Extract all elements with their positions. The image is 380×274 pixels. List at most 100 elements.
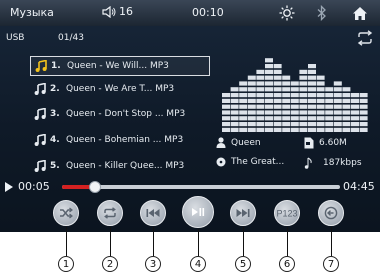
spectrum-segment: [299, 110, 308, 115]
speaker-icon: [102, 5, 116, 18]
spectrum-segment: [290, 110, 299, 115]
music-player-screen: Музыка 16 00:10 USB 01/43 1. Queen - We …: [0, 0, 380, 232]
music-note-icon: [35, 60, 47, 72]
spectrum-segment: [359, 98, 368, 103]
track-title: Queen - We Will... MP3: [67, 61, 169, 71]
spectrum-segment: [239, 104, 248, 109]
previous-button[interactable]: [140, 200, 166, 226]
spectrum-segment: [265, 104, 273, 109]
spectrum-segment: [308, 81, 316, 86]
music-note-icon: [34, 108, 46, 120]
spectrum-segment: [247, 104, 256, 109]
bluetooth-button[interactable]: [312, 3, 332, 23]
spectrum-segment: [325, 93, 334, 98]
spectrum-segment: [308, 98, 316, 103]
track-number: 4.: [50, 135, 60, 145]
spectrum-segment: [273, 104, 282, 109]
spectrum-segment: [308, 104, 316, 109]
spectrum-segment: [308, 75, 316, 80]
spectrum-segment: [265, 116, 273, 121]
spectrum-segment: [308, 110, 316, 115]
spectrum-segment: [299, 127, 308, 132]
app-title: Музыка: [10, 6, 54, 19]
spectrum-segment: [351, 122, 359, 127]
spectrum-segment: [342, 93, 351, 98]
play-pause-button[interactable]: [182, 196, 214, 228]
spectrum-segment: [230, 110, 239, 115]
repeat-mode-icon[interactable]: [356, 30, 374, 46]
spectrum-segment: [290, 116, 299, 121]
spectrum-segment: [222, 116, 230, 121]
callout-number: 7: [323, 256, 339, 272]
spectrum-segment: [273, 75, 282, 80]
preset-button[interactable]: P123: [274, 200, 300, 226]
spectrum-segment: [230, 98, 239, 103]
spectrum-segment: [239, 116, 248, 121]
spectrum-segment: [351, 93, 359, 98]
spectrum-segment: [316, 81, 325, 86]
spectrum-segment: [273, 69, 282, 74]
spectrum-segment: [222, 104, 230, 109]
spectrum-segment: [247, 75, 256, 80]
back-button[interactable]: [318, 200, 344, 226]
track-item[interactable]: 2. Queen - We Are T... MP3: [30, 79, 210, 99]
track-item[interactable]: 4. Queen - Bohemian ... MP3: [30, 130, 210, 150]
shuffle-button[interactable]: [53, 200, 79, 226]
callout-line: [110, 227, 111, 256]
spectrum-segment: [308, 116, 316, 121]
spectrum-segment: [333, 110, 342, 115]
spectrum-segment: [351, 98, 359, 103]
spectrum-segment: [359, 116, 368, 121]
track-number: 3.: [50, 109, 60, 119]
spectrum-segment: [265, 127, 273, 132]
spectrum-segment: [265, 75, 273, 80]
spectrum-segment: [230, 127, 239, 132]
spectrum-segment: [299, 122, 308, 127]
spectrum-segment: [256, 122, 265, 127]
spectrum-segment: [359, 110, 368, 115]
bitrate: 187kbps: [323, 158, 362, 168]
progress-knob[interactable]: [89, 181, 102, 193]
spectrum-segment: [247, 87, 256, 92]
spectrum-segment: [256, 116, 265, 121]
track-item[interactable]: 5. Queen - Killer Quee... MP3: [30, 156, 210, 176]
next-button[interactable]: [230, 200, 256, 226]
spectrum-segment: [333, 81, 342, 86]
volume-indicator[interactable]: 16: [102, 5, 133, 18]
callout-number: 4: [190, 256, 206, 272]
spectrum-segment: [265, 69, 273, 74]
callout-number: 2: [102, 256, 118, 272]
repeat-button[interactable]: [97, 200, 123, 226]
track-number: 1.: [51, 61, 61, 71]
spectrum-segment: [230, 87, 239, 92]
spectrum-segment: [239, 87, 248, 92]
spectrum-segment: [247, 110, 256, 115]
spectrum-segment: [299, 75, 308, 80]
artist-info: Queen: [216, 137, 261, 148]
spectrum-segment: [265, 93, 273, 98]
spectrum-segment: [265, 58, 273, 63]
spectrum-segment: [316, 93, 325, 98]
spectrum-segment: [325, 87, 334, 92]
spectrum-segment: [222, 110, 230, 115]
spectrum-segment: [299, 87, 308, 92]
spectrum-segment: [290, 104, 299, 109]
spectrum-segment: [282, 116, 291, 121]
spectrum-segment: [239, 98, 248, 103]
spectrum-segment: [325, 122, 334, 127]
file-size: 6.60M: [319, 138, 347, 148]
total-time: 04:45: [343, 180, 375, 193]
spectrum-segment: [333, 93, 342, 98]
home-button[interactable]: [350, 3, 370, 23]
progress-slider[interactable]: [62, 181, 340, 193]
track-item[interactable]: 3. Queen - Don't Stop ... MP3: [30, 104, 210, 124]
spectrum-segment: [247, 93, 256, 98]
track-item[interactable]: 1. Queen - We Will... MP3: [30, 56, 210, 76]
spectrum-segment: [256, 98, 265, 103]
back-icon: [324, 206, 338, 220]
spectrum-segment: [247, 122, 256, 127]
track-number: 2.: [50, 84, 60, 94]
spectrum-segment: [222, 93, 230, 98]
brightness-button[interactable]: [277, 3, 297, 23]
spectrum-segment: [282, 104, 291, 109]
